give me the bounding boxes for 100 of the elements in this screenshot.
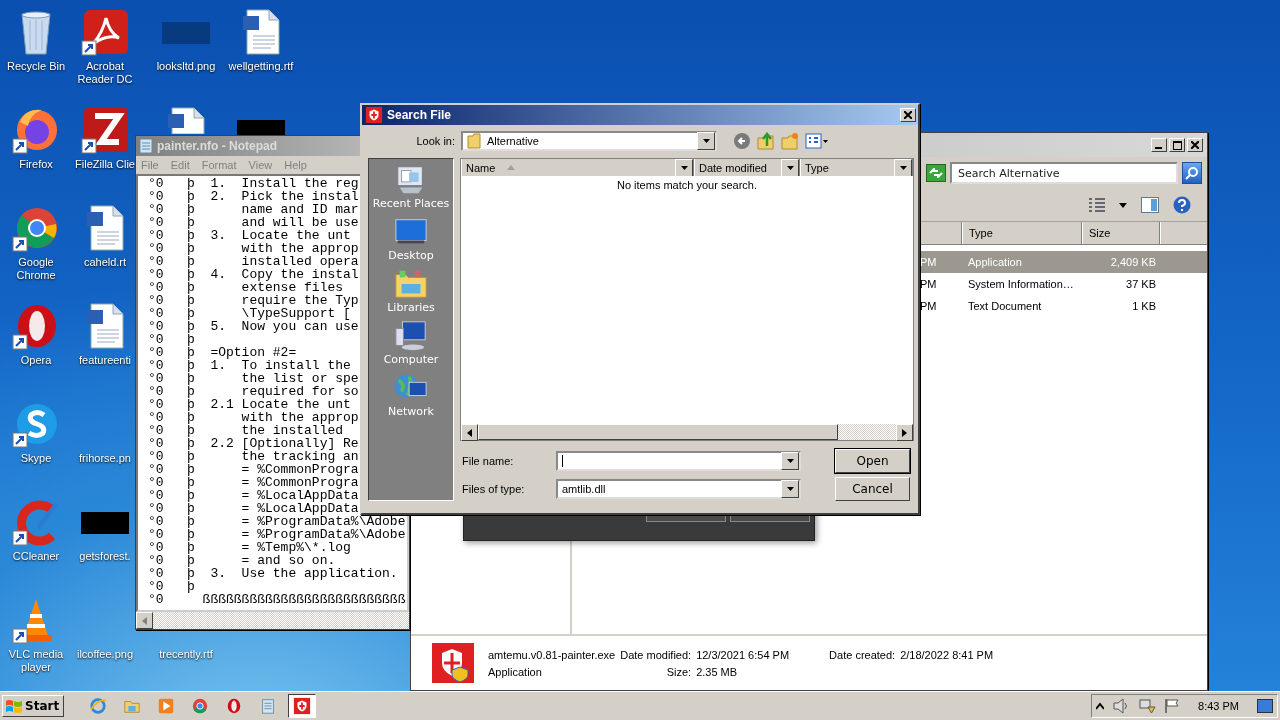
refresh-icon — [929, 168, 943, 178]
table-cell-text: Application — [967, 256, 1023, 268]
scrollbar[interactable] — [136, 612, 409, 629]
places-item[interactable]: Desktop — [388, 215, 434, 267]
icon-label[interactable]: caheld.rt — [83, 256, 127, 269]
search-icon — [1185, 166, 1199, 180]
empty-message: No items match your search. — [617, 179, 757, 191]
close-button[interactable] — [1187, 138, 1203, 152]
sort-arrow-icon — [507, 165, 516, 170]
caret-icon[interactable] — [1119, 202, 1127, 208]
places-item[interactable]: Recent Places — [372, 163, 450, 215]
text-line: °0 þ — [148, 580, 196, 593]
icon-label[interactable]: Firefox — [19, 158, 53, 171]
file-type: Application — [488, 665, 543, 678]
scrollbar[interactable] — [461, 424, 913, 440]
text-line: °0 þ = and so on. — [148, 554, 336, 567]
caret-icon — [702, 139, 710, 144]
icon-label[interactable]: CCleaner — [12, 550, 60, 563]
file-name-field[interactable] — [556, 451, 801, 471]
text-line: °0 þ — [148, 333, 196, 346]
column-header[interactable]: Type — [800, 159, 913, 176]
column-header[interactable]: Name — [461, 159, 694, 176]
network-icon[interactable] — [1138, 698, 1157, 714]
caret-icon — [899, 165, 907, 170]
taskbar-button[interactable] — [288, 694, 317, 718]
clock[interactable]: 8:43 PM — [1198, 700, 1239, 712]
icon-label[interactable]: Recycle Bin — [6, 60, 66, 73]
maximize-button[interactable] — [1169, 138, 1185, 152]
back-button[interactable] — [733, 132, 751, 151]
text-line: °0 þ = %LocalAppData — [148, 502, 359, 515]
icon-label[interactable]: getsforest. — [79, 550, 131, 563]
scroll-right-icon[interactable] — [902, 428, 907, 437]
field-value: 2/18/2022 8:41 PM — [900, 648, 994, 661]
thumbnail-icon — [162, 22, 210, 44]
icon-label[interactable]: wellgetting.rtf — [228, 60, 294, 73]
shield-icon — [432, 643, 474, 683]
column-header[interactable]: Date modified — [694, 159, 800, 176]
preview-pane-icon[interactable] — [1141, 197, 1159, 213]
icon-label[interactable]: Skype — [20, 452, 52, 465]
column-header[interactable]: Type — [962, 222, 1082, 244]
text-line: °0 þ with the approp — [148, 242, 360, 255]
close-button[interactable] — [900, 107, 916, 122]
icon-label[interactable]: VLC media player — [6, 648, 66, 674]
field-label: Size: — [665, 665, 692, 678]
folder-icon — [467, 133, 481, 150]
back-icon — [733, 132, 751, 151]
file-type-dropdown[interactable]: amtlib.dll — [556, 479, 801, 499]
browser-icon — [191, 697, 210, 715]
refresh-button[interactable] — [926, 164, 946, 182]
text-line: °0 þ = %CommonProgra — [148, 463, 360, 476]
caret-icon — [786, 165, 794, 170]
places-item[interactable]: Libraries — [387, 267, 435, 319]
text-line: °0 þ required for so — [148, 385, 360, 398]
up-folder-icon — [757, 132, 775, 151]
text-line: °0 þ = %LocalAppData — [148, 489, 360, 502]
start-button[interactable]: Start — [2, 695, 65, 717]
places-item[interactable]: Network — [388, 371, 434, 423]
text-line: °0 þ = %CommonProgra — [148, 476, 360, 489]
text-line: °0 þ 5. Now you can use — [148, 320, 360, 333]
flag-icon[interactable] — [1164, 698, 1181, 714]
icon-label[interactable]: looksltd.png — [156, 60, 216, 73]
field-label: File name: — [461, 455, 515, 467]
field-label: Look in: — [415, 135, 456, 148]
view-menu-icon — [805, 132, 829, 151]
search-field[interactable]: Search Alternative — [950, 162, 1178, 184]
new-folder-icon — [781, 132, 799, 151]
close-icon — [904, 110, 912, 119]
scroll-left-icon[interactable] — [467, 428, 472, 437]
caret-icon — [680, 165, 688, 170]
app-icon — [81, 106, 129, 154]
close-icon — [1191, 141, 1199, 149]
minimize-button[interactable] — [1151, 138, 1167, 152]
text-line: °0 þ =Option #2= — [148, 346, 298, 359]
text-line: °0 þ the list or spe — [148, 372, 360, 385]
text-line: °0 þ = %ProgramData%\Adobe — [148, 515, 407, 528]
text-line: °0 þ 1. Install the reg — [148, 177, 360, 190]
search-button[interactable] — [1182, 162, 1202, 184]
help-icon[interactable] — [1173, 196, 1191, 214]
chevron-up-icon[interactable] — [1096, 702, 1105, 710]
cancel-button[interactable]: Cancel — [835, 477, 910, 501]
icon-label[interactable]: featureenti — [79, 354, 131, 367]
icon-label[interactable]: Opera — [20, 354, 52, 367]
view-menu-button[interactable] — [805, 132, 829, 151]
view-icon[interactable] — [1089, 198, 1105, 212]
icon-label[interactable]: Acrobat Reader DC — [75, 60, 135, 86]
text-line: °0 þ 3. Use the application. — [148, 567, 399, 580]
open-button[interactable]: Open — [835, 449, 910, 473]
look-in-dropdown[interactable]: Alternative — [461, 131, 717, 152]
show-desktop-icon[interactable] — [1257, 699, 1273, 713]
file-name: amtemu.v0.81-painter.exe — [488, 648, 616, 661]
thumbnail-icon — [81, 512, 129, 534]
column-header[interactable]: Size — [1082, 222, 1160, 244]
places-item[interactable]: Computer — [383, 319, 439, 371]
icon-label[interactable]: FileZilla Clie — [75, 158, 135, 171]
icon-label[interactable]: frihorse.pn — [79, 452, 131, 465]
text-line: °0 þ = %ProgramData%\Adobe — [148, 528, 407, 541]
computer-icon — [394, 319, 428, 353]
icon-label[interactable]: Google Chrome — [6, 256, 66, 282]
table-cell-text: 2,409 KB — [1109, 256, 1157, 268]
field-label: Files of type: — [461, 483, 526, 495]
